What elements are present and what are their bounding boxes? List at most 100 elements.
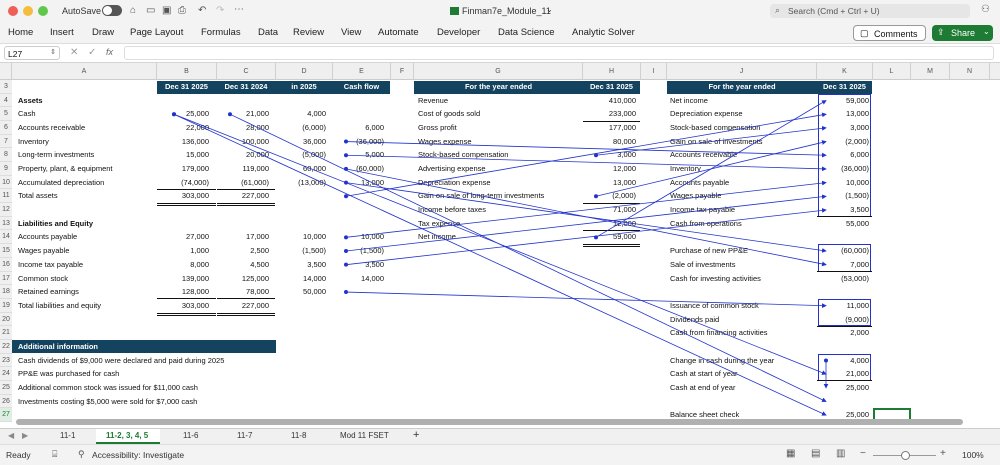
tab-home[interactable]: Home xyxy=(8,27,33,38)
balance-value[interactable]: 8,000 xyxy=(157,258,209,272)
balance-label[interactable]: Accounts payable xyxy=(18,230,158,244)
income-label[interactable]: Stock-based compensation xyxy=(418,148,583,162)
tab-view[interactable]: View xyxy=(341,27,361,38)
share-button[interactable]: ⇪ Share ⌄ xyxy=(932,25,993,41)
balance-label[interactable]: Total assets xyxy=(18,189,158,203)
zoom-slider-thumb[interactable] xyxy=(901,451,910,460)
tab-page-layout[interactable]: Page Layout xyxy=(130,27,183,38)
balance-label[interactable]: Liabilities and Equity xyxy=(18,217,158,231)
balance-label[interactable]: Total liabilities and equity xyxy=(18,299,158,313)
cashflow-label[interactable]: Stock-based compensation xyxy=(670,121,818,135)
sheet-tab-mod-11-fset[interactable]: Mod 11 FSET xyxy=(340,431,389,440)
comments-button[interactable]: ▢ Comments xyxy=(853,25,926,41)
income-value[interactable]: 177,000 xyxy=(583,121,636,135)
balance-value[interactable]: 21,000 xyxy=(217,107,269,121)
balance-value[interactable]: 1,000 xyxy=(157,244,209,258)
income-label[interactable]: Revenue xyxy=(418,94,583,108)
cashflow-label[interactable]: Issuance of common stock xyxy=(670,299,818,313)
row-header-8[interactable]: 8 xyxy=(0,148,12,163)
balance-value[interactable]: 20,000 xyxy=(217,148,269,162)
column-header-i[interactable]: I xyxy=(641,63,667,80)
balance-value[interactable]: 3,500 xyxy=(276,258,326,272)
function-icon[interactable]: fx xyxy=(106,47,113,57)
balance-value[interactable]: 10,000 xyxy=(276,230,326,244)
cashflow-label[interactable]: Cash at start of year xyxy=(670,367,818,381)
confirm-icon[interactable]: ✓ xyxy=(88,47,96,58)
tab-analytic-solver[interactable]: Analytic Solver xyxy=(572,27,635,38)
balance-value[interactable]: 119,000 xyxy=(217,162,269,176)
balance-value[interactable] xyxy=(333,189,384,203)
balance-value[interactable]: 128,000 xyxy=(157,285,209,299)
formula-input[interactable] xyxy=(124,46,994,60)
tab-draw[interactable]: Draw xyxy=(92,27,114,38)
balance-value[interactable]: 227,000 xyxy=(217,299,269,313)
tab-formulas[interactable]: Formulas xyxy=(201,27,241,38)
balance-value[interactable]: 2,500 xyxy=(217,244,269,258)
balance-label[interactable]: Income tax payable xyxy=(18,258,158,272)
balance-value[interactable]: (60,000) xyxy=(333,162,384,176)
cashflow-label[interactable]: Accounts receivable xyxy=(670,148,818,162)
row-header-17[interactable]: 17 xyxy=(0,271,12,286)
income-value[interactable]: 71,000 xyxy=(583,203,636,217)
column-header-l[interactable]: L xyxy=(873,63,911,80)
income-label[interactable]: Gain on sale of long-term investments xyxy=(418,189,583,203)
balance-value[interactable]: 179,000 xyxy=(157,162,209,176)
more-icon[interactable]: ⋯ xyxy=(234,4,244,15)
horizontal-scrollbar[interactable] xyxy=(16,419,963,425)
cancel-icon[interactable]: ✕ xyxy=(70,47,78,58)
tab-data-science[interactable]: Data Science xyxy=(498,27,555,38)
income-label[interactable]: Net income xyxy=(418,230,583,244)
balance-value[interactable]: 25,000 xyxy=(157,107,209,121)
row-header-10[interactable]: 10 xyxy=(0,175,12,190)
close-window-icon[interactable] xyxy=(8,6,18,16)
income-value[interactable]: 12,000 xyxy=(583,217,636,231)
prev-sheet-icon[interactable]: ◀ xyxy=(8,431,14,440)
file-name[interactable]: Finman7e_Module_11 xyxy=(462,6,551,16)
sheet-tab-11-8[interactable]: 11-8 xyxy=(291,431,306,440)
income-label[interactable]: Tax expense xyxy=(418,217,583,231)
row-header-24[interactable]: 24 xyxy=(0,367,12,381)
column-header-e[interactable]: E xyxy=(333,63,391,80)
cashflow-label[interactable]: Cash for investing activities xyxy=(670,272,818,286)
balance-value[interactable]: 136,000 xyxy=(157,135,209,149)
cashflow-value[interactable]: 25,000 xyxy=(817,381,869,395)
zoom-window-icon[interactable] xyxy=(38,6,48,16)
sheet-tab-11-7[interactable]: 11-7 xyxy=(237,431,252,440)
row-header-7[interactable]: 7 xyxy=(0,134,12,149)
income-value[interactable]: 3,000 xyxy=(583,148,636,162)
minimize-window-icon[interactable] xyxy=(23,6,33,16)
balance-value[interactable]: 100,000 xyxy=(217,135,269,149)
zoom-in-icon[interactable]: + xyxy=(940,448,946,459)
balance-value[interactable]: (1,500) xyxy=(333,244,384,258)
income-value[interactable]: 80,000 xyxy=(583,135,636,149)
macro-record-icon[interactable]: ⌸ xyxy=(52,449,57,460)
cashflow-label[interactable]: Wages payable xyxy=(670,189,818,203)
balance-value[interactable]: 28,000 xyxy=(217,121,269,135)
accessibility-status[interactable]: Accessibility: Investigate xyxy=(92,450,184,460)
row-header-22[interactable]: 22 xyxy=(0,339,12,354)
income-value[interactable]: 410,000 xyxy=(583,94,636,108)
balance-value[interactable]: 139,000 xyxy=(157,272,209,286)
balance-label[interactable]: Inventory xyxy=(18,135,158,149)
profile-icon[interactable]: ⚇ xyxy=(981,4,990,15)
column-header-b[interactable]: B xyxy=(157,63,217,80)
tab-automate[interactable]: Automate xyxy=(378,27,419,38)
tab-insert[interactable]: Insert xyxy=(50,27,74,38)
balance-header-c[interactable]: Dec 31 2024 xyxy=(217,80,275,94)
balance-label[interactable]: Accumulated depreciation xyxy=(18,176,158,190)
income-label[interactable]: Advertising expense xyxy=(418,162,583,176)
sheet-tab-active[interactable]: 11-2, 3, 4, 5 xyxy=(96,429,160,444)
balance-value[interactable]: 5,000 xyxy=(333,148,384,162)
balance-label[interactable] xyxy=(18,203,158,217)
balance-value[interactable]: 125,000 xyxy=(217,272,269,286)
sheet-tab-11-6[interactable]: 11-6 xyxy=(183,431,198,440)
balance-label[interactable]: Common stock xyxy=(18,272,158,286)
balance-label[interactable]: Cash xyxy=(18,107,158,121)
row-header-23[interactable]: 23 xyxy=(0,353,12,368)
balance-value[interactable] xyxy=(276,299,326,313)
row-header-9[interactable]: 9 xyxy=(0,162,12,176)
row-header-27[interactable]: 27 xyxy=(0,408,12,422)
cashflow-label[interactable]: Cash at end of year xyxy=(670,381,818,395)
balance-value[interactable]: 36,000 xyxy=(276,135,326,149)
balance-value[interactable]: 227,000 xyxy=(217,189,269,203)
